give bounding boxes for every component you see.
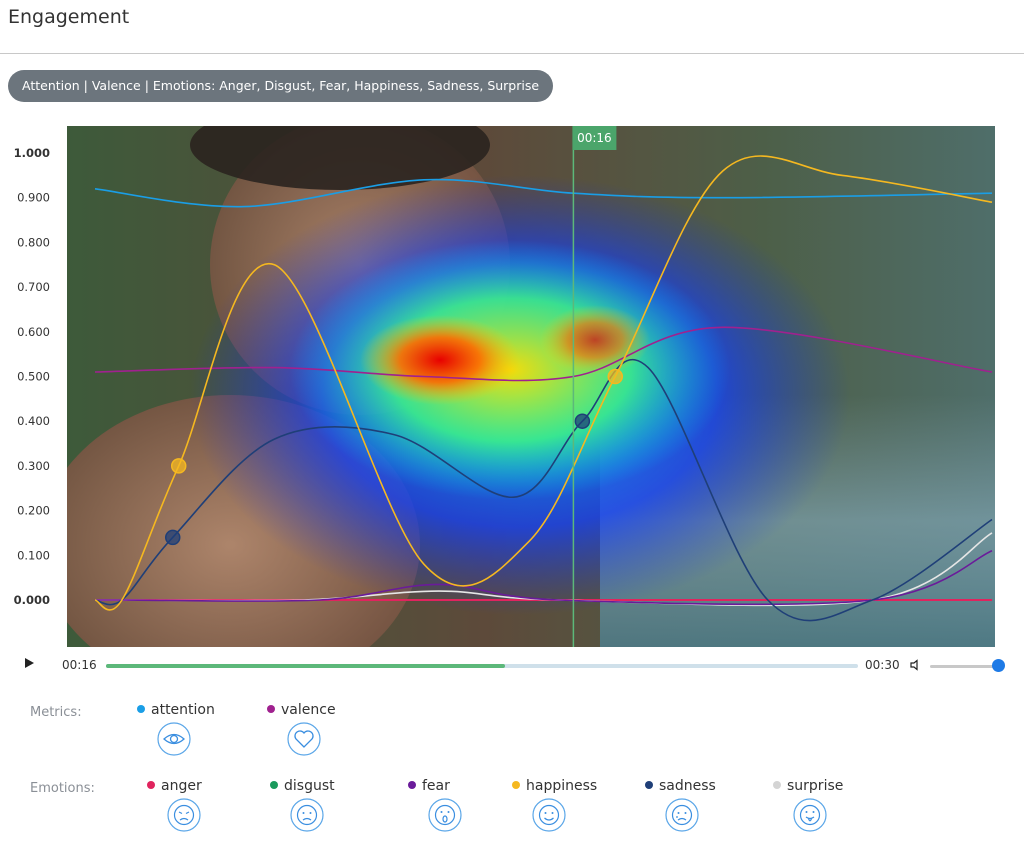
y-tick-label: 1.000: [14, 146, 50, 160]
y-tick-label: 0.100: [17, 548, 50, 562]
y-tick-label: 0.400: [17, 414, 50, 428]
legend-dot-attention: [137, 705, 145, 713]
angry-face-icon[interactable]: [167, 798, 201, 832]
legend-label: sadness: [659, 778, 716, 794]
attention-heatmap: [190, 175, 850, 615]
y-tick-label: 0.300: [17, 459, 50, 473]
legend-item-anger[interactable]: anger: [147, 778, 202, 794]
legend-label: surprise: [787, 778, 844, 794]
y-tick-label: 0.200: [17, 504, 50, 518]
header-divider: [0, 53, 1024, 54]
metrics-filter-pill[interactable]: Attention | Valence | Emotions: Anger, D…: [8, 70, 554, 102]
legend-label: attention: [151, 702, 215, 718]
engagement-chart[interactable]: 1.000 0.900 0.800 0.700 0.600 0.500 0.400 0.300…: [0, 115, 1024, 650]
legend-dot-disgust: [270, 781, 278, 789]
eye-icon[interactable]: [157, 722, 191, 756]
smiling-face-icon[interactable]: [532, 798, 566, 832]
legend-label: anger: [161, 778, 202, 794]
legend-item-valence[interactable]: valence: [267, 702, 336, 718]
legend-item-disgust[interactable]: disgust: [270, 778, 335, 794]
data-point-happiness[interactable]: [607, 368, 624, 385]
legend-label: fear: [422, 778, 450, 794]
legend-dot-surprise: [773, 781, 781, 789]
disgusted-face-icon[interactable]: [290, 798, 324, 832]
heart-icon[interactable]: [287, 722, 321, 756]
legend-label: disgust: [284, 778, 335, 794]
legend-label: happiness: [526, 778, 598, 794]
legend-item-sadness[interactable]: sadness: [645, 778, 716, 794]
video-controls: 00:16 00:30: [0, 652, 1024, 680]
data-point-sadness[interactable]: [574, 413, 591, 429]
y-tick-label: 0.800: [17, 235, 50, 249]
data-point-sadness[interactable]: [164, 529, 181, 546]
page-title: Engagement: [8, 6, 130, 28]
play-icon[interactable]: [25, 658, 34, 668]
legend-dot-anger: [147, 781, 155, 789]
sad-face-icon[interactable]: [665, 798, 699, 832]
emotions-label: Emotions:: [30, 781, 95, 796]
legend-dot-sadness: [645, 781, 653, 789]
legend-item-happiness[interactable]: happiness: [512, 778, 597, 794]
legend-item-fear[interactable]: fear: [408, 778, 450, 794]
y-tick-label: 0.600: [17, 325, 50, 339]
y-axis: 1.000 0.900 0.800 0.700 0.600 0.500 0.400 0.300…: [14, 146, 50, 607]
y-tick-label: 0.700: [17, 280, 50, 294]
volume-icon[interactable]: [910, 659, 922, 671]
progress-fill: [106, 664, 505, 668]
legend-item-attention[interactable]: attention: [137, 702, 215, 718]
legend-dot-happiness: [512, 781, 520, 789]
surprised-face-icon[interactable]: [793, 798, 827, 832]
data-point-happiness[interactable]: [170, 458, 187, 474]
cursor-label: 00:16: [577, 131, 612, 145]
legend-item-surprise[interactable]: surprise: [773, 778, 843, 794]
volume-knob[interactable]: [992, 659, 1005, 672]
legend-dot-valence: [267, 705, 275, 713]
volume-slider[interactable]: [930, 665, 996, 668]
y-tick-label: 0.900: [17, 191, 50, 205]
fearful-face-icon[interactable]: [428, 798, 462, 832]
metrics-label: Metrics:: [30, 705, 82, 720]
current-time: 00:16: [62, 658, 97, 672]
y-tick-label: 0.500: [17, 370, 50, 384]
progress-bar[interactable]: [106, 664, 858, 668]
legend-label: valence: [281, 702, 336, 718]
end-time: 00:30: [865, 658, 900, 672]
y-tick-label: 0.000: [14, 593, 50, 607]
legend-dot-fear: [408, 781, 416, 789]
